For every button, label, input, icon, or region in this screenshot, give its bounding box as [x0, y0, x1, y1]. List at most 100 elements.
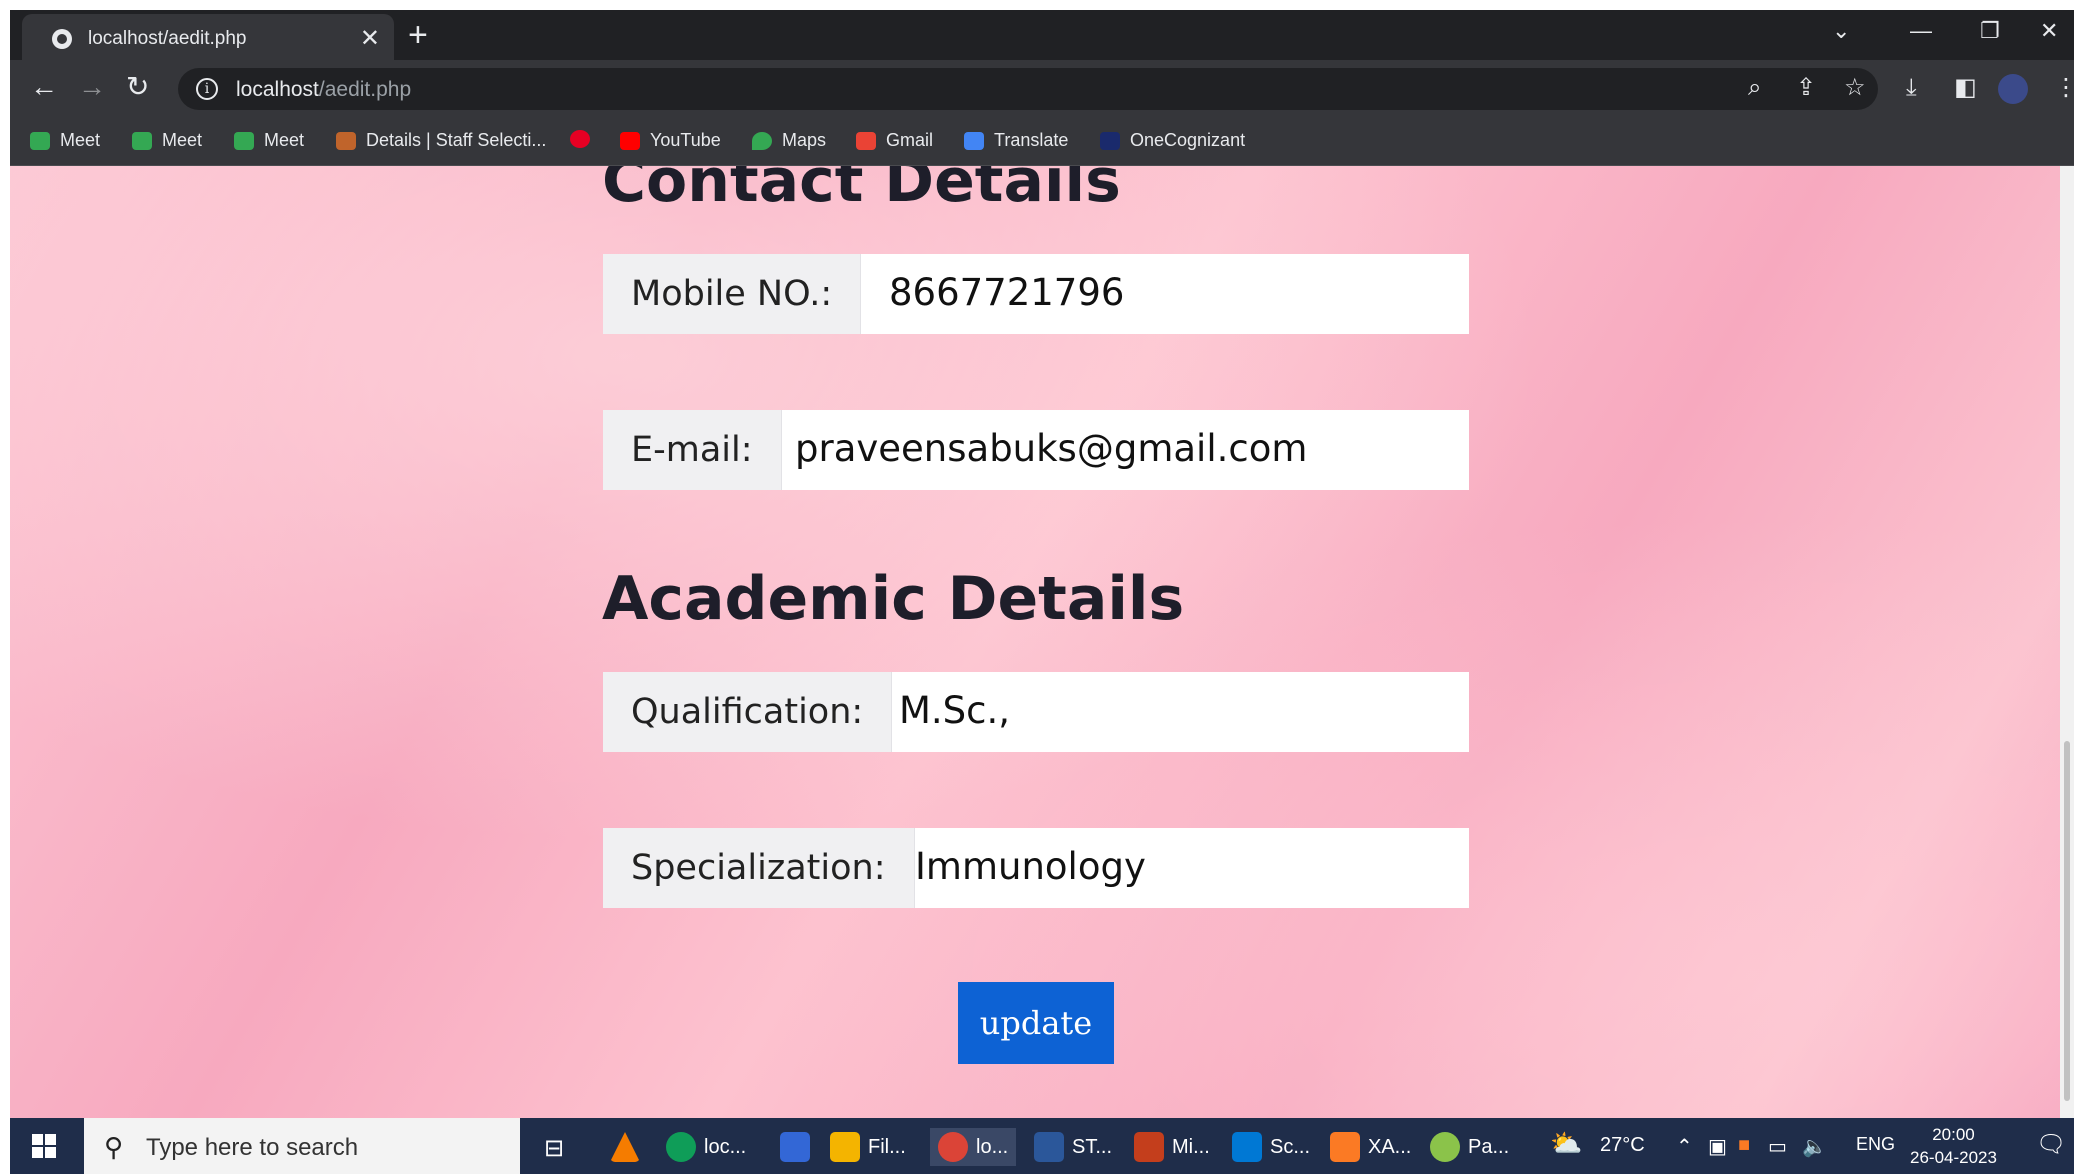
meet-icon [234, 131, 254, 150]
close-window-button[interactable]: ✕ [2040, 18, 2058, 44]
taskbar-app-chrome[interactable]: lo... [930, 1128, 1017, 1166]
browser-tab[interactable]: localhost/aedit.php ✕ [22, 14, 394, 60]
chrome-icon [938, 1132, 968, 1162]
share-icon[interactable]: ⇪ [1796, 74, 1816, 102]
powerpoint-icon [1134, 1132, 1164, 1162]
back-icon[interactable]: ← [30, 72, 58, 102]
taskbar-app-powerpoint[interactable]: Mi... [1134, 1128, 1210, 1166]
bookmark-youtube[interactable]: YouTube [620, 130, 721, 151]
mobile-input[interactable]: 8667721796 [889, 254, 1124, 334]
app-label: loc... [704, 1135, 747, 1158]
profile-avatar[interactable] [1998, 74, 2028, 104]
clock[interactable]: 20:00 26-04-2023 [1910, 1123, 1997, 1169]
url-host: localhost [236, 78, 319, 101]
clock-date: 26-04-2023 [1910, 1148, 1997, 1167]
weather-icon[interactable]: ⛅ [1550, 1128, 1582, 1159]
scrollbar-thumb[interactable] [2064, 741, 2070, 1101]
star-icon[interactable]: ☆ [1844, 74, 1866, 102]
reload-icon[interactable]: ↻ [126, 72, 149, 102]
bookmark-pinterest[interactable] [570, 130, 590, 148]
windows-taskbar: ⚲ Type here to search ⊟ loc... Fil... lo… [10, 1118, 2074, 1174]
sidebar-icon[interactable]: ◧ [1954, 74, 1977, 102]
taskbar-app-word[interactable]: ST... [1034, 1128, 1112, 1166]
site-info-icon[interactable]: i [196, 78, 218, 100]
taskbar-app-explorer[interactable]: Fil... [830, 1128, 906, 1166]
qualification-input[interactable]: M.Sc., [899, 672, 1010, 752]
chevron-up-icon[interactable]: ⌃ [1676, 1134, 1693, 1159]
taskbar-app-xampp[interactable]: XA... [1330, 1128, 1411, 1166]
url-input[interactable]: i localhost/aedit.php ⌕ ⇪ ☆ [178, 68, 1878, 110]
search-icon: ⚲ [104, 1132, 124, 1162]
taskbar-app-paint[interactable]: Pa... [1430, 1128, 1509, 1166]
email-label: E-mail: [603, 410, 782, 490]
notifications-icon[interactable]: 🗨 [2036, 1130, 2066, 1159]
app-label: Mi... [1172, 1135, 1210, 1158]
contact-details-heading: Contact Details [602, 166, 1121, 216]
new-tab-button[interactable]: + [408, 18, 428, 52]
task-view-icon[interactable]: ⊟ [544, 1134, 564, 1163]
mobile-label: Mobile NO.: [603, 254, 862, 334]
tab-bar: localhost/aedit.php ✕ + ⌄ — ❐ ✕ [10, 10, 2074, 60]
weather-temp[interactable]: 27°C [1600, 1134, 1645, 1157]
bookmark-maps[interactable]: Maps [752, 130, 826, 151]
address-bar-row: ← → ↻ i localhost/aedit.php ⌕ ⇪ ☆ ⤓ ◧ ⋮ [10, 60, 2074, 118]
app-label: XA... [1368, 1135, 1412, 1158]
bookmark-meet[interactable]: Meet [234, 130, 304, 151]
bookmark-label: Details | Staff Selecti... [366, 130, 547, 150]
clock-time: 20:00 [1932, 1125, 1975, 1144]
taskbar-search[interactable]: ⚲ Type here to search [84, 1118, 520, 1174]
specialization-input[interactable]: Immunology [915, 828, 1146, 908]
bookmark-meet[interactable]: Meet [30, 130, 100, 151]
bookmark-onecognizant[interactable]: OneCognizant [1100, 130, 1245, 151]
meet-now-icon[interactable]: ▣ [1708, 1134, 1727, 1159]
email-input[interactable]: praveensabuks@gmail.com [795, 410, 1307, 490]
download-icon[interactable]: ⤓ [1906, 74, 1917, 102]
paint-icon [1430, 1132, 1460, 1162]
bookmark-meet[interactable]: Meet [132, 130, 202, 151]
app-label: Pa... [1468, 1135, 1510, 1158]
meet-icon [132, 131, 152, 150]
store-icon [780, 1132, 810, 1162]
forward-icon[interactable]: → [78, 72, 106, 102]
url-text: localhost/aedit.php [236, 78, 411, 102]
zoom-icon[interactable]: ⌕ [1748, 74, 1761, 102]
tab-title: localhost/aedit.php [88, 28, 247, 49]
mobile-field: Mobile NO.: 8667721796 [603, 254, 1469, 334]
bookmark-staff-selection[interactable]: Details | Staff Selecti... [336, 130, 546, 151]
tab-close-icon[interactable]: ✕ [360, 24, 380, 53]
taskbar-app-edge[interactable]: loc... [666, 1128, 746, 1166]
globe-icon [52, 29, 72, 49]
update-button[interactable]: update [958, 982, 1114, 1064]
specialization-field: Specialization: Immunology [603, 828, 1469, 908]
bookmark-label: YouTube [650, 130, 721, 150]
taskbar-app-store[interactable] [780, 1128, 810, 1166]
url-path: /aedit.php [318, 78, 412, 101]
bookmarks-bar: Meet Meet Meet Details | Staff Selecti..… [10, 118, 2074, 166]
email-field: E-mail: praveensabuks@gmail.com [603, 410, 1469, 490]
page-scrollbar[interactable] [2060, 166, 2074, 1118]
qualification-field: Qualification: M.Sc., [603, 672, 1469, 752]
restore-button[interactable]: ❐ [1980, 18, 2000, 44]
edge-icon [666, 1132, 696, 1162]
bookmark-label: Meet [264, 130, 305, 150]
volume-icon[interactable]: 🔈 [1802, 1134, 1827, 1159]
menu-icon[interactable]: ⋮ [2054, 74, 2074, 102]
battery-icon[interactable]: ▭ [1768, 1134, 1787, 1159]
minimize-button[interactable]: — [1910, 18, 1932, 44]
folder-icon [830, 1132, 860, 1162]
onecognizant-icon [1100, 131, 1120, 150]
screen-edge [0, 0, 10, 1174]
taskbar-app-vlc[interactable] [610, 1128, 640, 1166]
xampp-icon [1330, 1132, 1360, 1162]
taskbar-app-photos[interactable]: Sc... [1232, 1128, 1310, 1166]
word-icon [1034, 1132, 1064, 1162]
app-label: Sc... [1270, 1135, 1311, 1158]
tab-search-icon[interactable]: ⌄ [1832, 18, 1850, 44]
qualification-label: Qualification: [603, 672, 893, 752]
bookmark-translate[interactable]: Translate [964, 130, 1068, 151]
app-label: ST... [1072, 1135, 1113, 1158]
xampp-tray-icon[interactable]: ■ [1738, 1134, 1750, 1157]
language-indicator[interactable]: ENG [1856, 1134, 1895, 1155]
bookmark-gmail[interactable]: Gmail [856, 130, 933, 151]
windows-start-icon[interactable] [32, 1134, 56, 1158]
